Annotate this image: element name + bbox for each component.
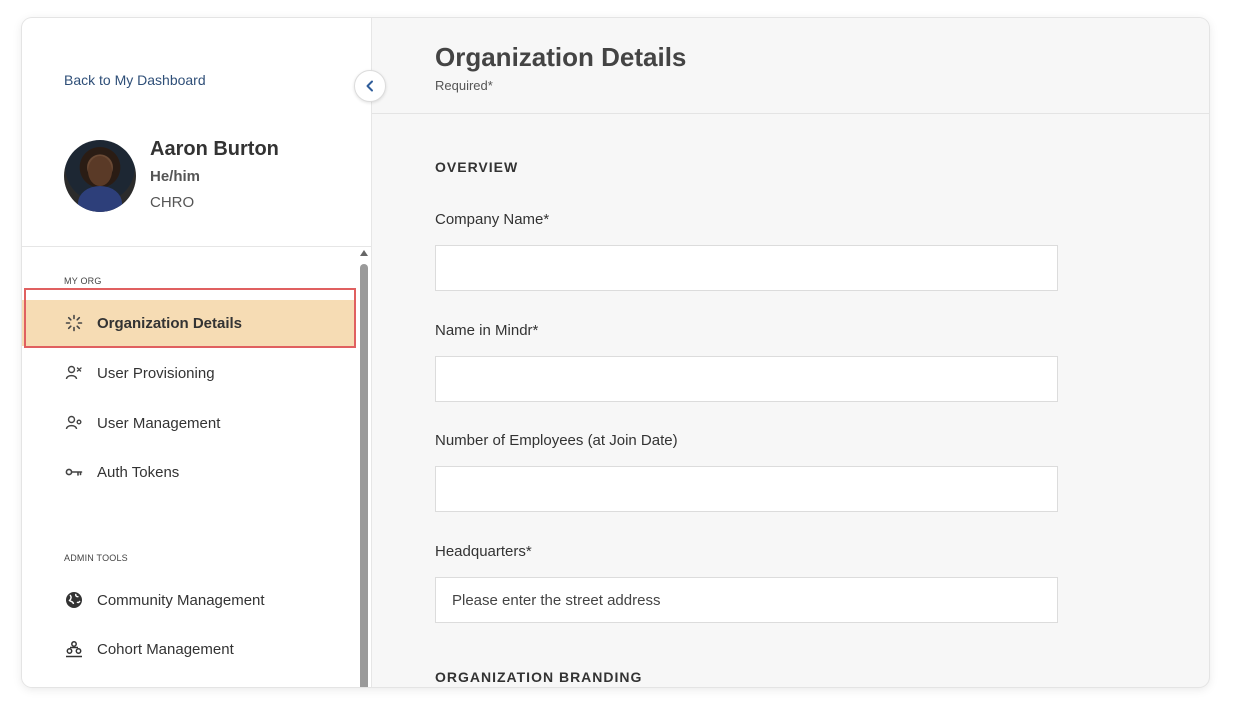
chevron-left-icon	[366, 80, 373, 92]
user-management-icon	[64, 413, 84, 433]
back-to-dashboard-link[interactable]: Back to My Dashboard	[64, 72, 206, 88]
collapse-sidebar-button[interactable]	[354, 70, 386, 102]
company-name-field[interactable]	[435, 245, 1058, 291]
profile-pronouns: He/him	[150, 168, 201, 185]
name-in-mindr-label: Name in Mindr*	[435, 322, 539, 339]
profile-role: CHRO	[150, 194, 195, 211]
number-of-employees-field[interactable]	[435, 466, 1058, 512]
loader-icon	[64, 313, 84, 333]
sidebar-item-user-management[interactable]: User Management	[22, 400, 356, 446]
cohort-icon	[64, 639, 84, 659]
scroll-up-arrow[interactable]	[360, 250, 368, 256]
sidebar-item-auth-tokens[interactable]: Auth Tokens	[22, 449, 356, 495]
sidebar-scrollbar[interactable]	[356, 246, 372, 687]
headquarters-field[interactable]	[435, 577, 1058, 623]
app-window: Back to My Dashboard Aaron Burton He/him…	[22, 18, 1209, 687]
sidebar-item-organization-details[interactable]: Organization Details	[22, 300, 356, 346]
name-in-mindr-field[interactable]	[435, 356, 1058, 402]
sidebar: Back to My Dashboard Aaron Burton He/him…	[22, 18, 372, 687]
page-title: Organization Details	[435, 42, 687, 72]
section-heading-organization-branding: ORGANIZATION BRANDING	[435, 669, 643, 685]
avatar	[64, 140, 136, 212]
globe-icon	[64, 590, 84, 610]
sidebar-item-community-management[interactable]: Community Management	[22, 577, 356, 623]
page-subtitle: Required*	[435, 78, 493, 93]
sidebar-item-label: Community Management	[97, 591, 265, 609]
main-content: Organization Details Required* OVERVIEW …	[372, 18, 1209, 687]
key-icon	[64, 462, 84, 482]
sidebar-item-label: Cohort Management	[97, 640, 234, 658]
sidebar-item-label: User Provisioning	[97, 364, 215, 382]
scrollbar-thumb[interactable]	[360, 264, 368, 687]
page-header: Organization Details Required*	[372, 18, 1209, 114]
profile-card: Aaron Burton He/him CHRO	[64, 136, 354, 216]
sidebar-item-label: Auth Tokens	[97, 463, 180, 481]
section-label-my-org: MY ORG	[64, 276, 102, 286]
sidebar-divider	[22, 246, 372, 247]
section-heading-overview: OVERVIEW	[435, 159, 519, 175]
sidebar-item-label: User Management	[97, 414, 221, 432]
headquarters-label: Headquarters*	[435, 543, 532, 560]
section-label-admin-tools: ADMIN TOOLS	[64, 553, 128, 563]
sidebar-item-user-provisioning[interactable]: User Provisioning	[22, 350, 356, 396]
profile-name: Aaron Burton	[150, 138, 279, 160]
company-name-label: Company Name*	[435, 211, 550, 228]
sidebar-item-cohort-management[interactable]: Cohort Management	[22, 626, 356, 672]
sidebar-item-label: Organization Details	[97, 314, 243, 332]
user-provisioning-icon	[64, 363, 84, 383]
number-of-employees-label: Number of Employees (at Join Date)	[435, 432, 678, 449]
